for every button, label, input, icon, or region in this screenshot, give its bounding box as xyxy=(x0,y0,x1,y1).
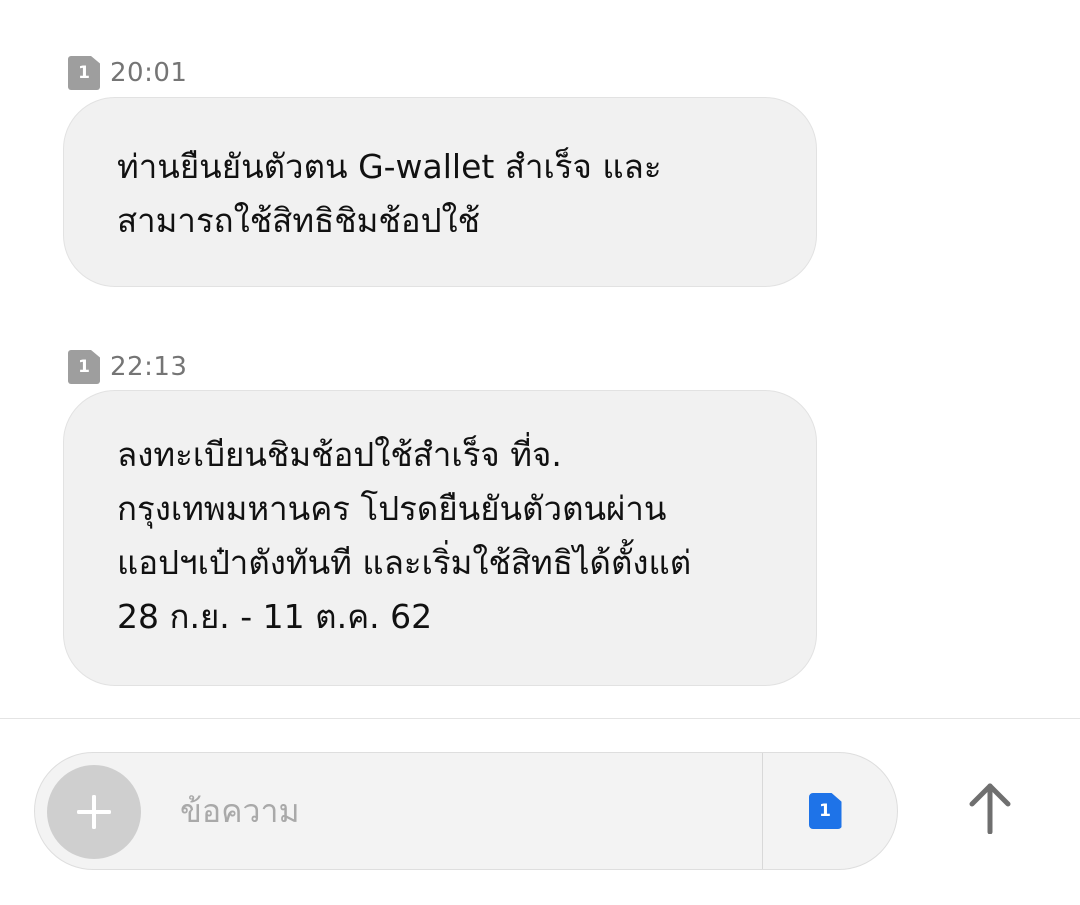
sim-number: 1 xyxy=(78,63,90,83)
message-header: 1 22:13 xyxy=(68,350,187,384)
message-line: กรุงเทพมหานคร โปรดยืนยันตัวตนผ่าน xyxy=(117,489,667,528)
message-thread: 1 20:01 ท่านยืนยันตัวตน G-wallet สำเร็จ … xyxy=(0,0,1080,718)
message-input[interactable] xyxy=(180,783,740,839)
message-bubble[interactable]: ท่านยืนยันตัวตน G-wallet สำเร็จ และ สามา… xyxy=(63,97,817,287)
send-button[interactable] xyxy=(950,768,1030,848)
sim-card-icon: 1 xyxy=(808,793,842,829)
message-line: 28 ก.ย. - 11 ต.ค. 62 xyxy=(117,597,433,636)
message-header: 1 20:01 xyxy=(68,56,187,90)
message-line: ลงทะเบียนชิมช้อปใช้สำเร็จ ที่จ. xyxy=(117,435,562,474)
sim-card-icon: 1 xyxy=(68,56,100,90)
arrow-up-icon xyxy=(969,783,1011,834)
message-line: แอปฯเป๋าตังทันที และเริ่มใช้สิทธิได้ตั้ง… xyxy=(117,543,692,582)
message-composer: 1 xyxy=(34,752,898,870)
message-line: สามารถใช้สิทธิชิมช้อปใช้ xyxy=(117,201,481,240)
message-line: ท่านยืนยันตัวตน G-wallet สำเร็จ และ xyxy=(117,147,662,186)
plus-icon xyxy=(77,795,111,829)
sim-number: 1 xyxy=(78,357,90,377)
message-time: 22:13 xyxy=(110,352,188,382)
sim-selector-button[interactable]: 1 xyxy=(777,775,873,847)
divider xyxy=(0,718,1080,719)
message-time: 20:01 xyxy=(110,58,188,88)
composer-separator xyxy=(762,753,763,869)
add-attachment-button[interactable] xyxy=(47,765,141,859)
sim-card-icon: 1 xyxy=(68,350,100,384)
message-bubble[interactable]: ลงทะเบียนชิมช้อปใช้สำเร็จ ที่จ. กรุงเทพม… xyxy=(63,390,817,686)
sim-selector-number: 1 xyxy=(819,801,831,821)
